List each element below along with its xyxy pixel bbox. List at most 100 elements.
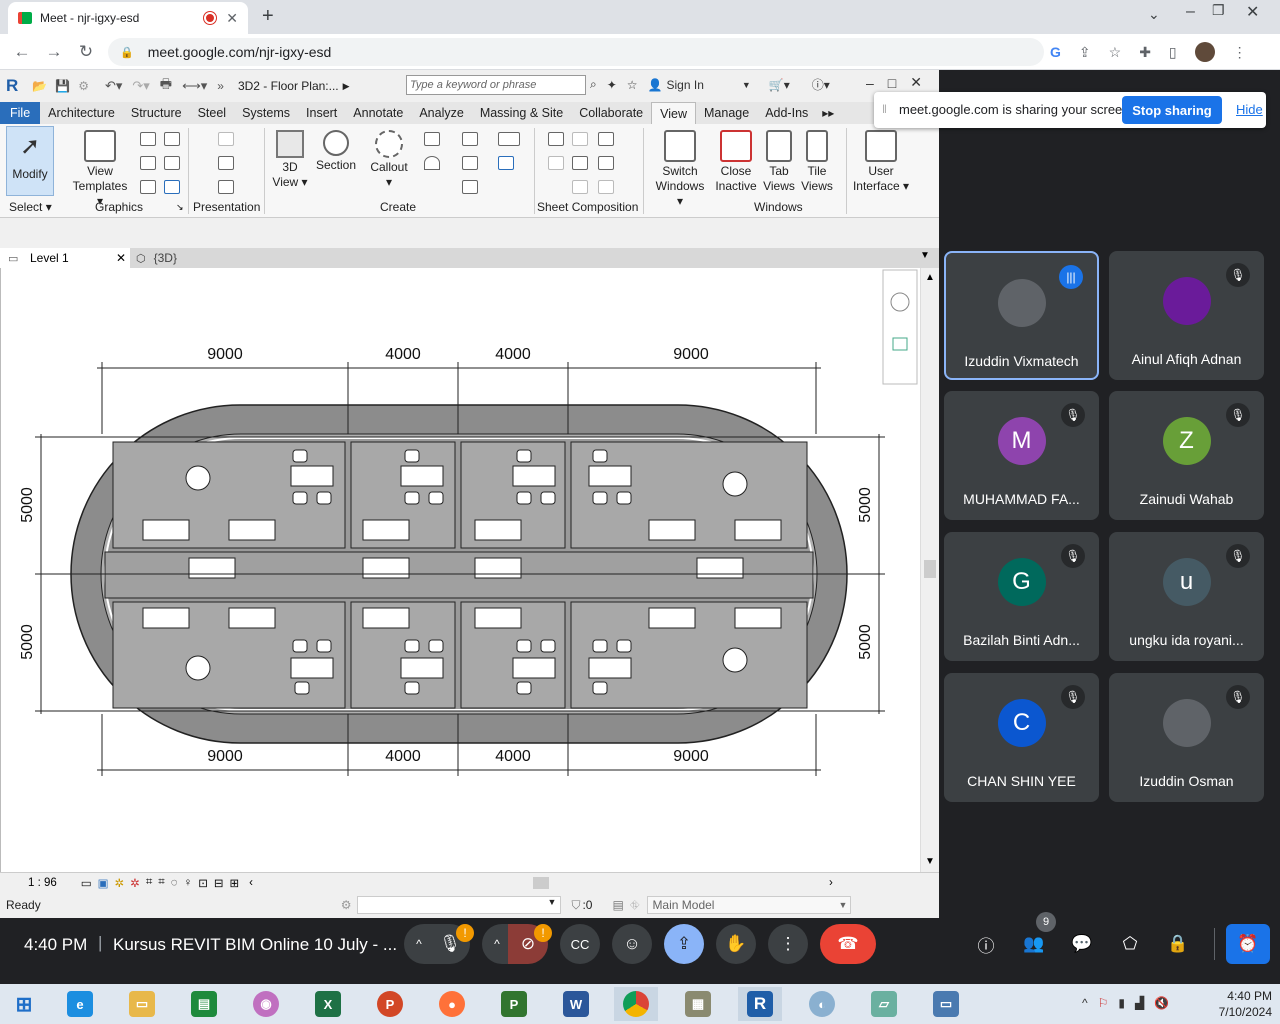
back-icon[interactable]: ← (8, 38, 36, 66)
binoculars-icon[interactable]: ⌕ (590, 77, 597, 92)
measure-icon[interactable]: ⟷▾ (182, 78, 207, 94)
matchline-icon[interactable] (572, 180, 588, 194)
3d-view-button[interactable]: 3D View ▾ (270, 130, 310, 190)
drag-handle-icon[interactable]: ‖ (882, 102, 887, 116)
walkthrough-icon[interactable] (218, 156, 234, 170)
analytical-model-icon[interactable]: ⊟ (214, 876, 224, 890)
plan-views-icon[interactable] (424, 132, 440, 146)
more-tools-icon[interactable]: » (217, 79, 224, 93)
temporary-hide-icon[interactable]: ◌ (171, 877, 178, 889)
host-controls-icon[interactable]: 🔒 (1158, 924, 1198, 964)
ribbon-tab-architecture[interactable]: Architecture (40, 102, 123, 124)
participant-tile[interactable]: Izuddin Vixmatech ||| (944, 251, 1099, 380)
ribbon-tab-massing-site[interactable]: Massing & Site (472, 102, 571, 124)
participant-tile[interactable]: M MUHAMMAD FA... 🎙 (944, 391, 1099, 520)
scroll-right-icon[interactable]: › (829, 877, 833, 889)
participant-tile[interactable]: u ungku ida royani... 🎙 (1109, 532, 1264, 661)
visual-style-icon[interactable]: ▣ (98, 876, 109, 890)
section-button[interactable]: Section (314, 130, 358, 173)
ribbon-tab-steel[interactable]: Steel (190, 102, 235, 124)
vertical-scrollbar[interactable]: ▲ ▼ (920, 268, 939, 872)
graphics-dialog-launcher-icon[interactable]: ↘ (176, 202, 184, 213)
ribbon-tab-structure[interactable]: Structure (123, 102, 190, 124)
communication-icon[interactable]: ✦ (607, 78, 617, 92)
view-scale[interactable]: 1 : 96 (28, 877, 57, 889)
shadows-icon[interactable]: ✲ (130, 876, 140, 890)
meeting-details-icon[interactable]: ⓘ (966, 924, 1006, 964)
quick-access-open-icon[interactable]: 📂 (32, 79, 47, 93)
tab-views-button[interactable]: Tab Views (760, 130, 798, 194)
favorites-star-icon[interactable]: ☆ (627, 78, 638, 92)
model-icon[interactable]: ⛗ (630, 898, 640, 913)
taskbar-maps[interactable]: ▦ (676, 987, 720, 1021)
placeholder-sheet-icon[interactable] (572, 132, 588, 146)
quick-access-sync-icon[interactable]: ⚙ (78, 79, 89, 93)
modify-button[interactable]: ➚ Modify (6, 126, 54, 196)
visibility-graphics-icon[interactable] (140, 132, 156, 146)
taskbar-firefox[interactable]: ● (430, 987, 474, 1021)
network-icon[interactable]: ▟ (1135, 996, 1144, 1010)
activities-icon[interactable]: ⬠ (1110, 924, 1150, 964)
ribbon-tab-systems[interactable]: Systems (234, 102, 298, 124)
highlight-displacement-icon[interactable]: ⊞ (230, 876, 240, 890)
callout-button[interactable]: Callout ▾ (366, 130, 412, 190)
ribbon-tab-collaborate[interactable]: Collaborate (571, 102, 651, 124)
restore-window-icon[interactable]: ❐ (1212, 2, 1225, 19)
timer-icon[interactable]: ⏰ (1226, 924, 1270, 964)
taskbar-excel[interactable]: X (306, 987, 350, 1021)
ribbon-tab-insert[interactable]: Insert (298, 102, 345, 124)
taskbar-project[interactable]: P (492, 987, 536, 1021)
horizontal-scroll-thumb[interactable] (533, 876, 550, 889)
ribbon-tab-add-ins[interactable]: Add-Ins (757, 102, 816, 124)
extensions-icon[interactable]: ✚ (1139, 44, 1151, 61)
ribbon-tab-annotate[interactable]: Annotate (345, 102, 411, 124)
tile-views-button[interactable]: Tile Views (798, 130, 836, 194)
participant-tile[interactable]: Z Zainudi Wahab 🎙 (1109, 391, 1264, 520)
reload-icon[interactable]: ↻ (72, 38, 100, 66)
close-window-icon[interactable]: ✕ (1246, 2, 1259, 22)
leave-call-button[interactable]: ☎ (820, 924, 876, 964)
view-tab-3d[interactable]: ⬡ {3D} (136, 248, 177, 268)
show-crop-icon[interactable]: ⌗ (158, 876, 164, 889)
taskbar-ie[interactable]: e (58, 987, 102, 1021)
view-tab-level-1[interactable]: ▭ Level 1 ✕ (0, 248, 130, 268)
quick-access-save-icon[interactable]: 💾 (55, 79, 70, 93)
taskbar-store[interactable]: ▤ (182, 987, 226, 1021)
google-icon[interactable]: G (1050, 44, 1061, 60)
switch-windows-button[interactable]: Switch Windows ▾ (652, 130, 708, 209)
taskbar-app[interactable]: ◉ (244, 987, 288, 1021)
close-inactive-button[interactable]: Close Inactive (712, 130, 760, 194)
duplicate-view-icon[interactable] (462, 156, 478, 170)
drafting-view-icon[interactable] (462, 132, 478, 146)
title-block-icon[interactable] (598, 132, 614, 146)
user-interface-button[interactable]: User Interface ▾ (852, 130, 910, 194)
present-screen-button[interactable]: ⇪ (664, 924, 704, 964)
show-hidden-lines-icon[interactable] (164, 156, 180, 170)
detail-level-icon[interactable]: ▭ (81, 876, 92, 890)
clock[interactable]: 4:40 PM 7/10/2024 (1206, 988, 1272, 1020)
revit-close-icon[interactable]: ✕ (910, 74, 922, 91)
design-option-dropdown[interactable]: ▼ (357, 896, 562, 914)
scroll-thumb[interactable] (924, 560, 936, 578)
active-workset-dropdown[interactable]: Main Model ▼ (647, 896, 852, 914)
raise-hand-button[interactable]: ✋ (716, 924, 756, 964)
view-templates-button[interactable]: View Templates ▾ (70, 130, 130, 209)
scroll-down-icon[interactable]: ▼ (925, 856, 935, 867)
ribbon-tab-view[interactable]: View (651, 102, 696, 124)
ribbon-tab-file[interactable]: File (0, 102, 41, 124)
revit-logo-icon[interactable]: R (6, 76, 18, 96)
participant-tile[interactable]: G Bazilah Binti Adn... 🎙 (944, 532, 1099, 661)
reveal-hidden-icon[interactable]: ♀ (184, 877, 193, 889)
tab-search-icon[interactable]: ⌄ (1148, 6, 1160, 23)
revit-restore-icon[interactable]: □ (888, 75, 896, 91)
ribbon-tab-manage[interactable]: Manage (696, 102, 757, 124)
lock-3d-icon[interactable]: ⊡ (198, 876, 208, 890)
revisions-icon[interactable] (572, 156, 588, 170)
sheet-icon[interactable] (548, 132, 564, 146)
side-panel-icon[interactable]: ▯ (1169, 44, 1177, 61)
undo-icon[interactable]: ↶▾ (105, 78, 122, 94)
elevation-icon[interactable] (424, 156, 440, 170)
view-reference-icon[interactable] (598, 180, 614, 194)
hide-banner-link[interactable]: Hide (1236, 102, 1263, 117)
more-options-button[interactable]: ⋮ (768, 924, 808, 964)
